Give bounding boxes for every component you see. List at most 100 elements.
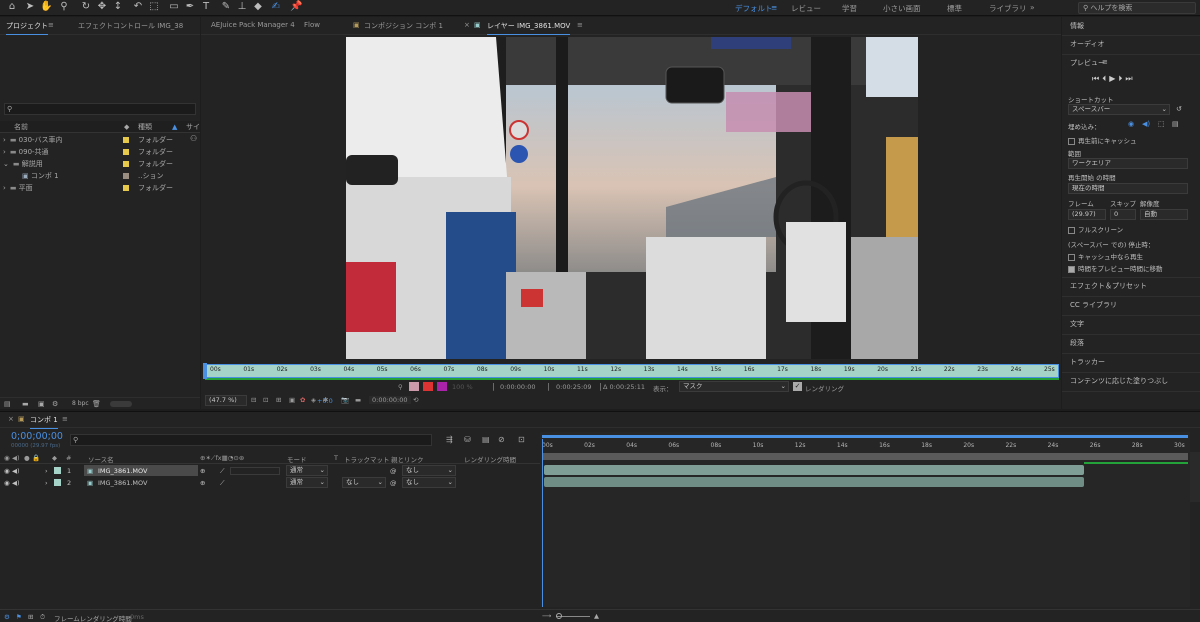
- selection-tool-icon[interactable]: ➤: [24, 1, 36, 13]
- panel-audio[interactable]: オーディオ: [1070, 39, 1105, 49]
- reset-icon[interactable]: ↺: [1176, 105, 1182, 113]
- reset-exposure-icon[interactable]: ◈: [311, 396, 316, 404]
- workspace-default[interactable]: デフォルト: [735, 3, 773, 14]
- color-channels-icon[interactable]: ✿: [300, 396, 305, 404]
- tab-project[interactable]: プロジェクト: [6, 21, 48, 35]
- pen-tool-icon[interactable]: ✒: [184, 1, 196, 13]
- workspace-library[interactable]: ライブラリ: [989, 3, 1027, 14]
- new-composition-icon[interactable]: ▣: [38, 398, 45, 410]
- first-frame-icon[interactable]: ⏮: [1092, 74, 1102, 83]
- cache-before-checkbox[interactable]: 再生前にキャッシュ: [1068, 135, 1137, 145]
- interpret-footage-icon[interactable]: ▤: [4, 398, 11, 410]
- safe-zones-icon[interactable]: ⊟: [251, 396, 256, 404]
- close-tab-icon[interactable]: ×: [464, 21, 470, 29]
- panel-effects-presets[interactable]: エフェクト＆プリセット: [1070, 281, 1147, 291]
- current-time-indicator[interactable]: [542, 439, 543, 607]
- layer-name[interactable]: IMG_3861.MOV: [98, 467, 147, 475]
- pick-whip-icon[interactable]: @: [390, 479, 397, 487]
- list-item[interactable]: › ▬ 090-共通: [0, 146, 49, 158]
- rectangle-tool-icon[interactable]: ▭: [168, 1, 180, 13]
- panel-tracker[interactable]: トラッカー: [1070, 357, 1105, 367]
- column-type[interactable]: 種類: [138, 121, 152, 133]
- shy-icon[interactable]: ⊕: [200, 467, 205, 475]
- workspace-more-icon[interactable]: »: [1030, 3, 1035, 12]
- flowchart-icon[interactable]: ⚇: [190, 134, 197, 143]
- graph-editor-icon[interactable]: ⊡: [518, 435, 525, 444]
- anchor-tool-icon[interactable]: ↶: [132, 1, 144, 13]
- list-item[interactable]: › ▬ 平面: [0, 182, 33, 194]
- layer-switches-icon[interactable]: ⚙: [4, 613, 10, 621]
- track-matte-select[interactable]: なし ⌄: [342, 477, 386, 488]
- render-checkbox[interactable]: ✓: [793, 382, 802, 391]
- workspace-standard[interactable]: 標準: [947, 3, 962, 14]
- show-snapshot-icon[interactable]: ▬: [355, 396, 361, 404]
- in-out-icon[interactable]: ⊞: [28, 613, 33, 621]
- workspace-menu-icon[interactable]: ≡: [771, 3, 777, 12]
- thumbnail-slider[interactable]: [110, 401, 132, 407]
- shortcut-select[interactable]: スペースバー ⌄: [1068, 104, 1170, 115]
- zoom-out-icon[interactable]: ⟶: [542, 612, 551, 620]
- sync-icon[interactable]: ⟲: [413, 396, 418, 404]
- include-video-icon[interactable]: ◉: [1128, 120, 1134, 128]
- channel-icon[interactable]: ⊞: [276, 396, 281, 404]
- close-tab-icon[interactable]: ×: [8, 415, 14, 423]
- stop-move-checkbox[interactable]: 時間をプレビュー時間に移動: [1068, 263, 1163, 273]
- roto-brush-icon[interactable]: ✍: [270, 1, 282, 13]
- include-overlays-icon[interactable]: ⬚: [1158, 120, 1165, 128]
- panel-content-aware-fill[interactable]: コンテンツに応じた塗りつぶし: [1070, 376, 1168, 386]
- timeline-scrollbar[interactable]: [1190, 452, 1200, 502]
- column-size[interactable]: サイ: [186, 121, 200, 133]
- tab-effect-controls[interactable]: エフェクトコントロール IMG_38: [78, 21, 183, 31]
- transparency-grid-icon[interactable]: ▣: [289, 396, 295, 404]
- out-point-time[interactable]: 0:00:25:09: [556, 383, 592, 391]
- home-icon[interactable]: ⌂: [6, 1, 18, 13]
- eraser-tool-icon[interactable]: ◆: [252, 1, 264, 13]
- tab-flow[interactable]: Flow: [304, 21, 320, 29]
- view-mode-select[interactable]: マスク ⌄: [679, 381, 789, 392]
- tab-aejuice[interactable]: AEJuice Pack Manager 4: [211, 21, 295, 29]
- play-icon[interactable]: ▶: [1109, 74, 1118, 83]
- workspace-review[interactable]: レビュー: [791, 3, 821, 14]
- zoom-select[interactable]: (47.7 %): [205, 395, 247, 406]
- column-source-name[interactable]: ソース名: [88, 454, 114, 464]
- quality-icon[interactable]: ⟋: [220, 467, 225, 476]
- brush-tool-icon[interactable]: ✎: [220, 1, 232, 13]
- shy-layers-icon[interactable]: ▤: [482, 435, 490, 444]
- workspace-small-screen[interactable]: 小さい画面: [883, 3, 921, 14]
- last-frame-icon[interactable]: ⏭: [1125, 74, 1135, 83]
- video-toggle-icon[interactable]: ◉: [4, 467, 10, 475]
- bit-depth-label[interactable]: 8 bpc: [72, 398, 89, 410]
- layer-name[interactable]: IMG_3861.MOV: [98, 479, 147, 487]
- help-search-input[interactable]: ⚲ ヘルプを検索: [1078, 2, 1196, 14]
- viewer-menu-icon[interactable]: ≡: [577, 21, 583, 29]
- tab-timeline-comp[interactable]: コンポ 1: [30, 415, 58, 429]
- project-settings-icon[interactable]: ⚙: [52, 398, 58, 410]
- audio-toggle-icon[interactable]: ◀): [12, 479, 20, 487]
- new-folder-icon[interactable]: ▬: [22, 398, 29, 410]
- tab-composition[interactable]: コンポジション コンポ 1: [364, 21, 443, 31]
- list-item[interactable]: ▣ コンポ 1: [22, 170, 59, 182]
- zoom-in-icon[interactable]: ▲: [594, 612, 599, 620]
- draft-3d-icon[interactable]: ⛁: [464, 435, 471, 444]
- in-point-icon[interactable]: ⎪: [491, 383, 496, 391]
- workspace-learn[interactable]: 学習: [842, 3, 857, 14]
- expand-chevron-icon[interactable]: ›: [45, 467, 48, 475]
- out-point-icon[interactable]: ⎪: [546, 383, 551, 391]
- panel-character[interactable]: 文字: [1070, 319, 1084, 329]
- expand-chevron-icon[interactable]: ›: [45, 479, 48, 487]
- time-ruler[interactable]: 00s 02s 04s 06s 08s 10s 12s 14s 16s 18s 20s 22s 24s 2…: [542, 439, 1188, 452]
- zoom-slider-thumb[interactable]: [556, 613, 562, 619]
- exposure-value[interactable]: +0.0: [317, 397, 333, 405]
- current-time-display[interactable]: 0:00:00:00: [369, 396, 411, 404]
- delete-icon[interactable]: 🗑: [92, 398, 101, 410]
- column-name[interactable]: 名前: [14, 121, 28, 133]
- puppet-tool-icon[interactable]: 📌: [290, 1, 302, 13]
- fit-icon[interactable]: ⊡: [263, 396, 268, 404]
- label-swatch[interactable]: [54, 467, 61, 474]
- render-time-icon[interactable]: ⏱: [40, 613, 45, 622]
- layer-bar[interactable]: [544, 465, 1084, 475]
- project-menu-icon[interactable]: ≡: [48, 21, 54, 29]
- list-item[interactable]: ⌄ ▬ 解説用: [0, 158, 43, 170]
- mask-color-swatch-red[interactable]: [423, 382, 433, 391]
- parent-select[interactable]: なし ⌄: [402, 465, 456, 476]
